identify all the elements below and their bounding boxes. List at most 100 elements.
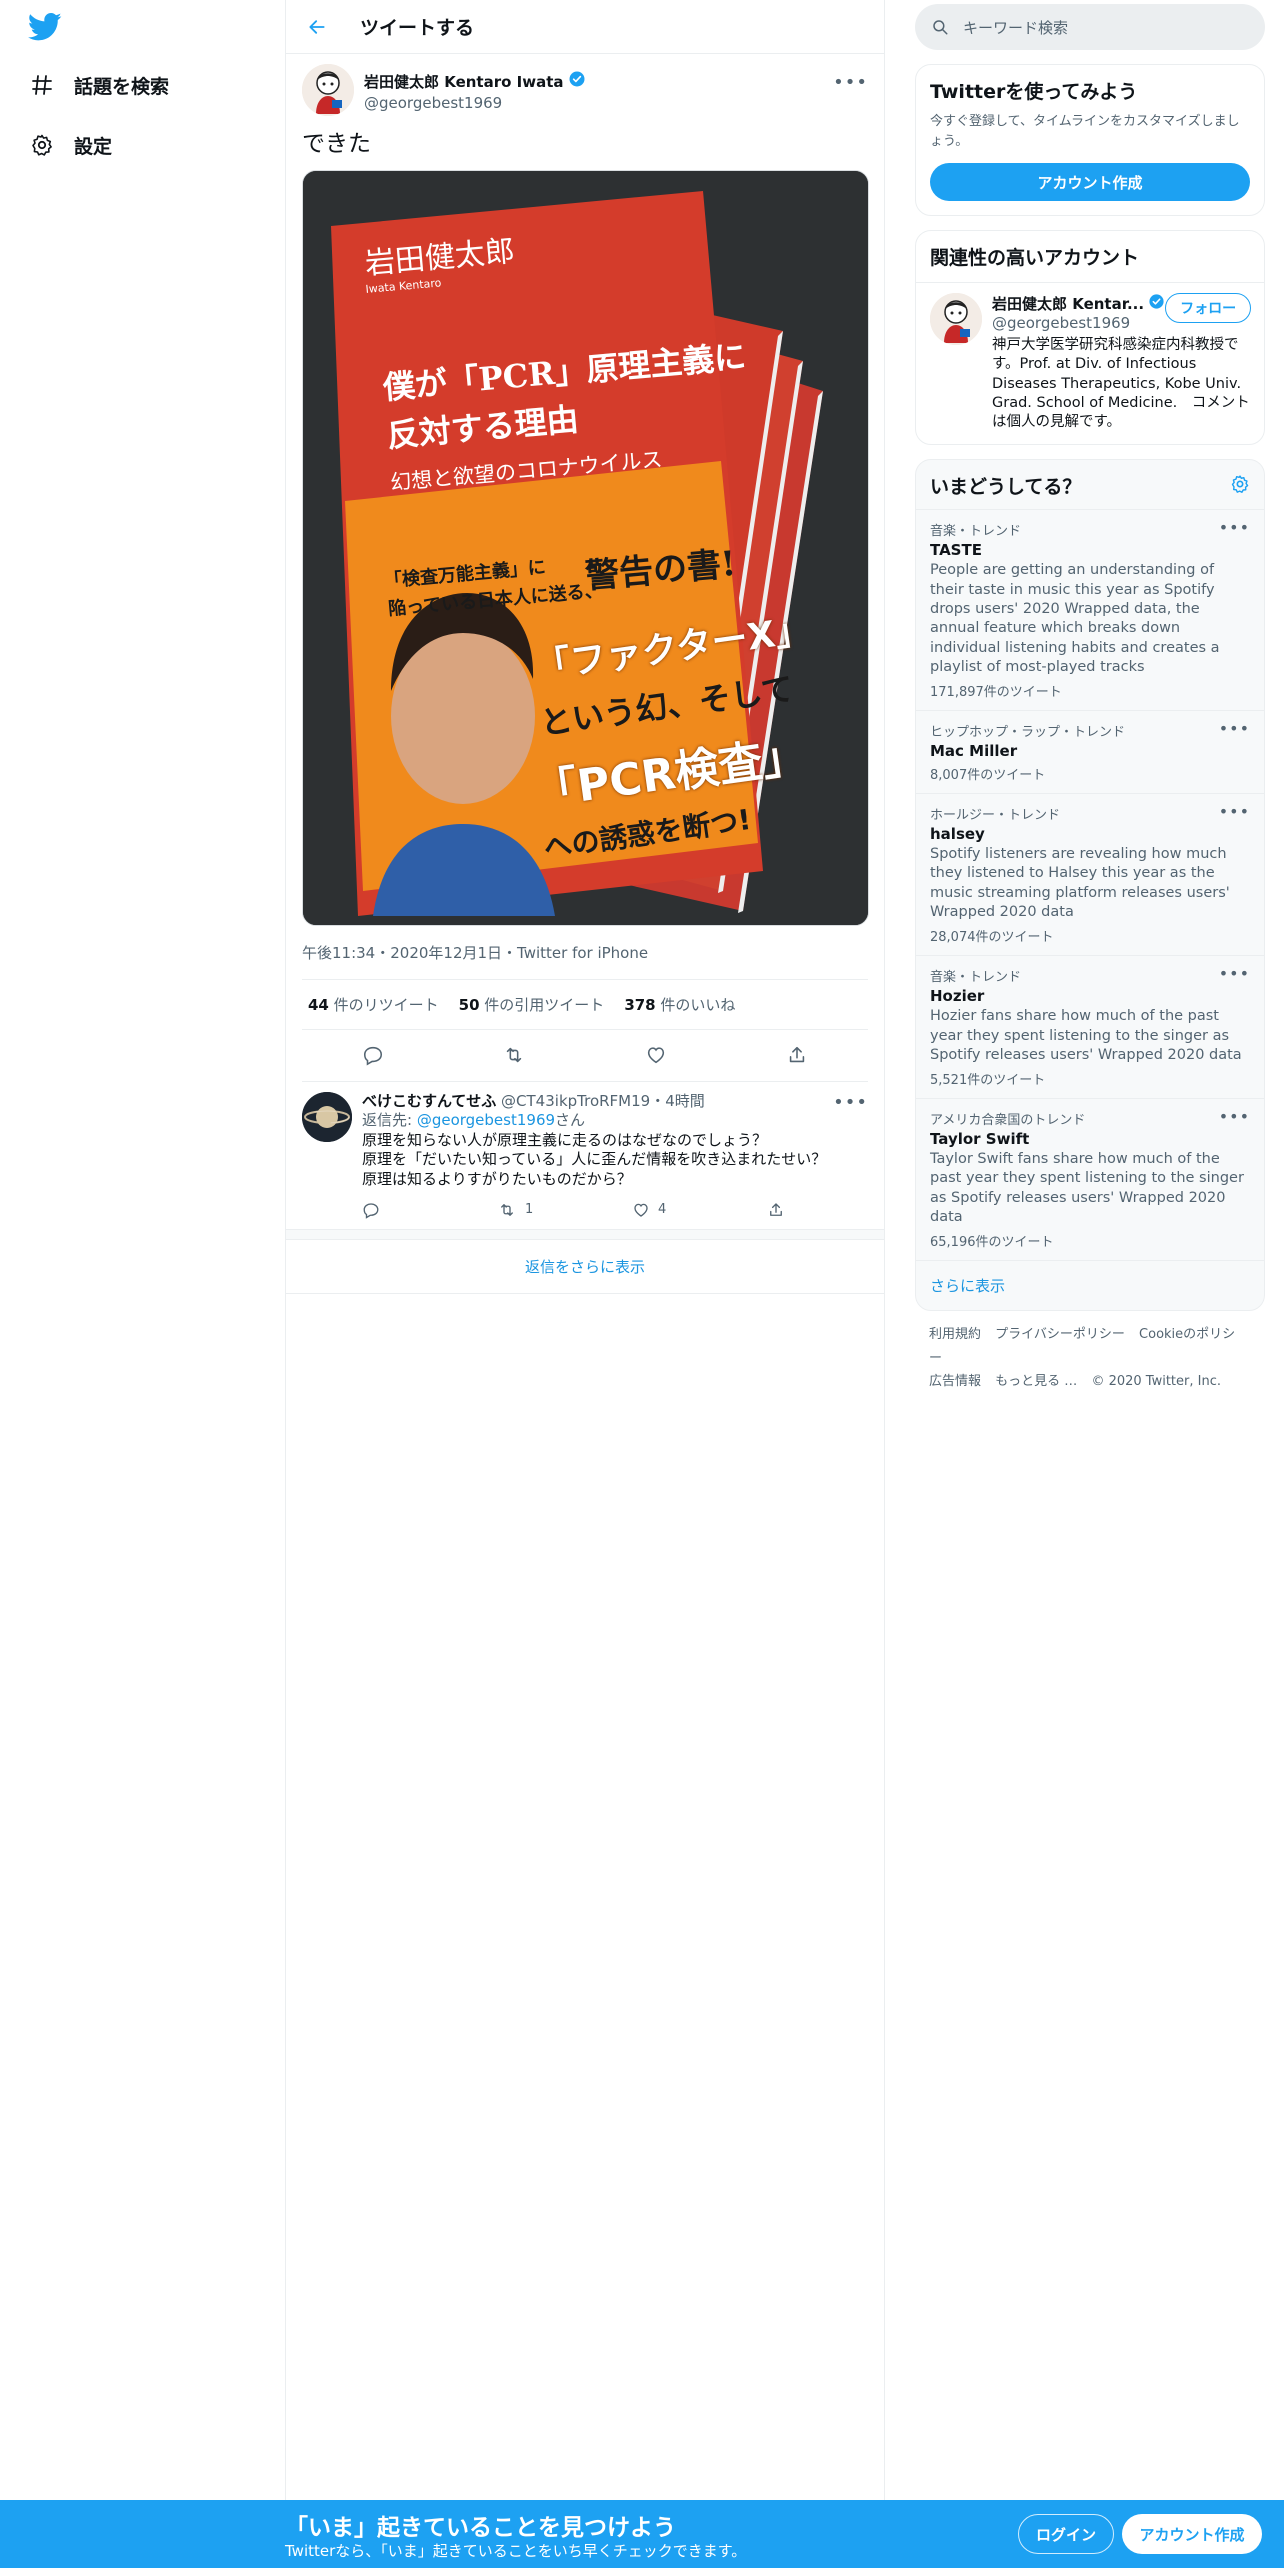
reply-time[interactable]: ・4時間 [650, 1092, 705, 1110]
retweet-icon[interactable] [496, 1037, 532, 1073]
trend-count: 171,897件のツイート [930, 685, 1062, 701]
reply-header: べけこむすんてせふ @CT43ikpTroRFM19・4時間 [362, 1092, 902, 1112]
trend-item[interactable]: 音楽・トレンド TASTE People are getting an unde… [916, 510, 1264, 712]
related-account-top: 岩田健太郎 Kentar... @georgebest1969 フォロー [992, 293, 1252, 332]
signup-card-title: Twitterを使ってみよう [930, 81, 1138, 103]
trend-count: 28,074件のツイート [930, 930, 1054, 946]
reply-reply-button[interactable] [362, 1201, 497, 1220]
like-icon [634, 1204, 648, 1218]
reply-text-line-2: 原理を「だいたい知っている」人に歪んだ情報を吹き込まれたせい？ [362, 1150, 827, 1169]
trend-name: halsey [930, 825, 985, 844]
bottom-bar-title: 「いま」起きていることを見つけよう [285, 2515, 676, 2541]
footer-link-privacy[interactable]: プライバシーポリシー [995, 1327, 1125, 1342]
quote-count: 50 [458, 995, 480, 1014]
related-account-item[interactable]: 岩田健太郎 Kentar... @georgebest1969 フォロー 神戸大… [916, 282, 1264, 444]
create-account-button[interactable]: アカウント作成 [930, 163, 1250, 201]
like-stat[interactable]: 378 件のいいね [624, 994, 735, 1015]
trend-name: Taylor Swift [930, 1130, 1030, 1149]
reply-actions: 1 4 [362, 1201, 902, 1220]
related-account-name[interactable]: 岩田健太郎 Kentar... [992, 293, 1165, 314]
trend-category: ヒップホップ・ラップ・トレンド [930, 725, 1126, 741]
hashtag-icon [28, 71, 56, 99]
reply-to-suffix: さん [555, 1111, 586, 1130]
footer-links: 利用規約 プライバシーポリシー Cookieのポリシー 広告情報 もっと見る …… [915, 1311, 1265, 1405]
trend-category: 音楽・トレンド [930, 970, 1022, 986]
share-icon[interactable] [779, 1037, 815, 1073]
tweet-author-row: 岩田健太郎 Kentaro Iwata @georgebest1969 ••• [302, 64, 868, 116]
quote-stat[interactable]: 50 件の引用ツイート [459, 994, 605, 1015]
search-placeholder: キーワード検索 [963, 18, 1069, 37]
reply-avatar[interactable] [302, 1091, 352, 1142]
login-button[interactable]: ログイン [1018, 2514, 1114, 2554]
share-icon [770, 1203, 782, 1217]
footer-link-more[interactable]: もっと見る … [995, 1374, 1077, 1389]
signup-button[interactable]: アカウント作成 [1122, 2514, 1262, 2554]
sidebar-right: キーワード検索 Twitterを使ってみよう 今すぐ登録して、タイムラインをカス… [915, 0, 1265, 1405]
reply-text-line-1: 原理を知らない人が原理主義に走るのはなぜなのでしょう？ [362, 1130, 768, 1149]
trend-item[interactable]: 音楽・トレンド Hozier Hozier fans share how muc… [916, 956, 1264, 1100]
related-accounts-card: 関連性の高いアカウント 岩田健太郎 Kentar... @georgebest1… [915, 230, 1265, 446]
gear-icon[interactable] [1230, 474, 1250, 498]
reply-author-name[interactable]: べけこむすんてせふ [362, 1092, 496, 1110]
related-account-handle[interactable]: @georgebest1969 [992, 314, 1165, 332]
reply-tweet[interactable]: べけこむすんてせふ @CT43ikpTroRFM19・4時間 返信先: @geo… [286, 1082, 884, 1231]
avatar[interactable] [302, 64, 354, 116]
trend-name: TASTE [930, 541, 982, 560]
reply-icon[interactable] [355, 1037, 391, 1073]
reply-retweet-button[interactable]: 1 [497, 1201, 632, 1219]
bottom-bar-subtitle: Twitterなら、「いま」起きていることをいち早くチェックできます。 [285, 2542, 747, 2560]
trends-card: いまどうしてる？ 音楽・トレンド TASTE People are gettin… [915, 459, 1265, 1312]
nav-settings[interactable]: 設定 [28, 125, 112, 165]
trend-item[interactable]: アメリカ合衆国のトレンド Taylor Swift Taylor Swift f… [916, 1099, 1264, 1262]
reply-to-handle-link[interactable]: @georgebest1969 [417, 1111, 555, 1129]
related-account-names: 岩田健太郎 Kentar... @georgebest1969 [992, 293, 1165, 332]
retweet-icon [501, 1204, 513, 1217]
follow-button[interactable]: フォロー [1165, 293, 1252, 323]
author-name-text: 岩田健太郎 Kentaro Iwata [364, 72, 564, 91]
tweet-timestamp[interactable]: 午後11:34・2020年12月1日・Twitter for iPhone [302, 942, 868, 980]
trend-more-icon[interactable]: ••• [1219, 719, 1250, 738]
footer-link-ads[interactable]: 広告情報 [929, 1374, 981, 1389]
trend-more-icon[interactable]: ••• [1219, 802, 1250, 821]
trend-more-icon[interactable]: ••• [1219, 1107, 1250, 1126]
reply-author-handle[interactable]: @CT43ikpTroRFM19 [501, 1092, 650, 1110]
related-avatar[interactable] [930, 293, 982, 345]
verified-badge-icon [568, 70, 586, 92]
tweet-actions [302, 1030, 868, 1082]
twitter-bird-icon[interactable] [27, 12, 62, 42]
author-name[interactable]: 岩田健太郎 Kentaro Iwata [364, 70, 586, 92]
retweet-count: 44 [308, 995, 329, 1014]
footer-link-terms[interactable]: 利用規約 [929, 1327, 981, 1342]
page-header: ツイートする [286, 0, 884, 54]
trend-item[interactable]: ホールジー・トレンド halsey Spotify listeners are … [916, 794, 1264, 957]
show-more-replies-link[interactable]: 返信をさらに表示 [286, 1240, 884, 1295]
like-icon[interactable] [638, 1037, 674, 1073]
verified-badge-icon [1148, 293, 1165, 314]
trend-category: ホールジー・トレンド [930, 808, 1061, 824]
related-account-name-text: 岩田健太郎 Kentar... [992, 295, 1145, 313]
reply-share-button[interactable] [767, 1201, 902, 1219]
reply-text-line-3: 原理は知るよりすがりたいものだから？ [362, 1169, 632, 1188]
tweet-photo[interactable]: 岩田健太郎 Iwata Kentaro 僕が「PCR」原理主義に 反対する理由 … [302, 169, 869, 926]
reply-more-options-icon[interactable]: ••• [833, 1092, 868, 1113]
nav-explore-label: 話題を検索 [74, 75, 170, 98]
section-divider [286, 1230, 884, 1241]
bottom-signup-bar: 「いま」起きていることを見つけよう Twitterなら、「いま」起きていることを… [0, 2500, 1284, 2568]
trend-more-icon[interactable]: ••• [1219, 964, 1250, 983]
gear-icon [28, 131, 56, 159]
trend-count: 65,196件のツイート [930, 1235, 1054, 1251]
trend-item[interactable]: ヒップホップ・ラップ・トレンド Mac Miller 8,007件のツイート •… [916, 711, 1264, 795]
back-arrow-icon[interactable] [300, 10, 334, 44]
trends-show-more-link[interactable]: さらに表示 [916, 1261, 1264, 1310]
reply-icon [363, 1203, 379, 1220]
author-handle[interactable]: @georgebest1969 [364, 94, 586, 112]
reply-like-button[interactable]: 4 [632, 1201, 767, 1219]
nav-explore[interactable]: 話題を検索 [28, 65, 169, 105]
search-input[interactable]: キーワード検索 [915, 4, 1265, 50]
retweet-stat[interactable]: 44 件のリツイート [308, 994, 439, 1015]
footer-copyright: © 2020 Twitter, Inc. [1091, 1373, 1221, 1389]
main-column: ツイートする 岩田健太郎 Kentaro Iwata @georgebest19… [285, 0, 885, 2500]
more-options-icon[interactable]: ••• [833, 72, 868, 93]
trend-description: Taylor Swift fans share how much of the … [930, 1151, 1244, 1225]
trend-more-icon[interactable]: ••• [1219, 518, 1250, 537]
